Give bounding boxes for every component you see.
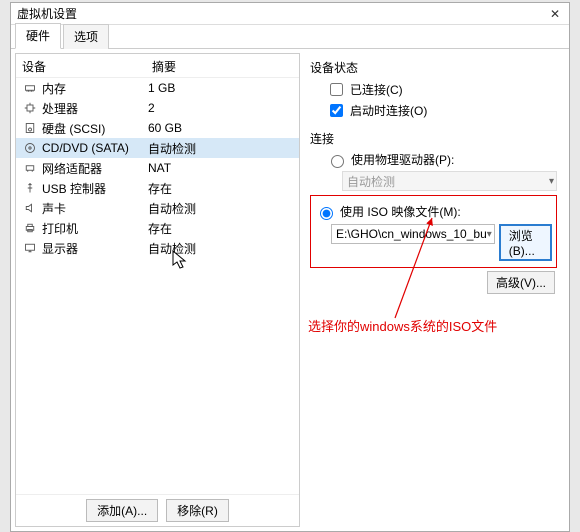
connection-group: 连接 — [310, 130, 557, 147]
device-label: 网络适配器 — [42, 160, 102, 177]
device-row[interactable]: 网络适配器 NAT — [16, 158, 299, 178]
printer-icon — [22, 222, 38, 234]
device-row[interactable]: 显示器 自动检测 — [16, 238, 299, 258]
sound-icon — [22, 202, 38, 214]
device-summary: 60 GB — [148, 121, 293, 135]
use-physical-radio[interactable]: 使用物理驱动器(P): — [326, 151, 557, 168]
device-summary: 存在 — [148, 220, 293, 237]
device-row[interactable]: 打印机 存在 — [16, 218, 299, 238]
device-row[interactable]: 硬盘 (SCSI) 60 GB — [16, 118, 299, 138]
device-row[interactable]: USB 控制器 存在 — [16, 178, 299, 198]
display-icon — [22, 242, 38, 254]
disk-icon — [22, 122, 38, 134]
device-status-group: 设备状态 — [310, 59, 557, 76]
annotation-highlight-box: 使用 ISO 映像文件(M): E:\GHO\cn_windows_10_bu … — [310, 195, 557, 268]
titlebar: 虚拟机设置 ✕ — [11, 3, 569, 25]
device-summary: 1 GB — [148, 81, 293, 95]
tab-options[interactable]: 选项 — [63, 24, 109, 49]
memory-icon — [22, 82, 38, 94]
device-label: 硬盘 (SCSI) — [42, 120, 105, 137]
device-list-header: 设备 摘要 — [16, 54, 299, 78]
device-panel: 设备 摘要 内存 1 GB 处理器 2 硬盘 (SCSI) 60 GB CD/DVD (SA… — [15, 53, 300, 527]
device-label: CD/DVD (SATA) — [42, 141, 129, 155]
cd-icon — [22, 142, 38, 154]
device-label: 显示器 — [42, 240, 78, 257]
device-row[interactable]: 处理器 2 — [16, 98, 299, 118]
device-row[interactable]: CD/DVD (SATA) 自动检测 — [16, 138, 299, 158]
vm-settings-window: 虚拟机设置 ✕ 硬件 选项 设备 摘要 内存 1 GB 处理器 2 硬盘 (SCSI) 6… — [10, 2, 570, 532]
tab-hardware[interactable]: 硬件 — [15, 23, 61, 49]
physical-drive-combo: 自动检测 ▾ — [342, 171, 557, 191]
device-label: USB 控制器 — [42, 180, 106, 197]
iso-path-combo[interactable]: E:\GHO\cn_windows_10_bu ▾ — [331, 224, 495, 244]
device-summary: 2 — [148, 101, 293, 115]
chevron-down-icon: ▾ — [487, 229, 492, 240]
tabstrip: 硬件 选项 — [11, 25, 569, 49]
connected-input[interactable] — [330, 83, 343, 96]
chevron-down-icon: ▾ — [549, 176, 554, 187]
col-device: 设备 — [22, 58, 152, 75]
cpu-icon — [22, 102, 38, 114]
window-title: 虚拟机设置 — [17, 5, 77, 22]
device-label: 打印机 — [42, 220, 78, 237]
connect-at-power-checkbox[interactable]: 启动时连接(O) — [326, 101, 557, 120]
device-row[interactable]: 声卡 自动检测 — [16, 198, 299, 218]
device-label: 声卡 — [42, 200, 66, 217]
add-button[interactable]: 添加(A)... — [86, 499, 158, 522]
detail-panel: 设备状态 已连接(C) 启动时连接(O) 连接 使用物理驱动器(P): — [300, 53, 565, 527]
close-button[interactable]: ✕ — [541, 3, 569, 25]
close-icon: ✕ — [550, 7, 560, 21]
connected-checkbox[interactable]: 已连接(C) — [326, 80, 557, 99]
net-icon — [22, 162, 38, 174]
device-list[interactable]: 内存 1 GB 处理器 2 硬盘 (SCSI) 60 GB CD/DVD (SATA) 自动检… — [16, 78, 299, 494]
device-label: 内存 — [42, 80, 66, 97]
use-physical-input[interactable] — [331, 155, 344, 168]
device-buttons: 添加(A)... 移除(R) — [16, 494, 299, 526]
device-summary: 自动检测 — [148, 140, 293, 157]
use-iso-input[interactable] — [320, 207, 333, 220]
annotation-text: 选择你的windows系统的ISO文件 — [308, 316, 497, 335]
remove-button[interactable]: 移除(R) — [166, 499, 229, 522]
advanced-button[interactable]: 高级(V)... — [487, 271, 555, 294]
device-summary: 存在 — [148, 180, 293, 197]
device-summary: 自动检测 — [148, 200, 293, 217]
col-summary: 摘要 — [152, 58, 176, 75]
device-summary: NAT — [148, 161, 293, 175]
device-label: 处理器 — [42, 100, 78, 117]
device-summary: 自动检测 — [148, 240, 293, 257]
dialog-body: 设备 摘要 内存 1 GB 处理器 2 硬盘 (SCSI) 60 GB CD/DVD (SA… — [11, 49, 569, 531]
device-row[interactable]: 内存 1 GB — [16, 78, 299, 98]
browse-button[interactable]: 浏览(B)... — [499, 224, 552, 261]
usb-icon — [22, 182, 38, 194]
connect-at-power-input[interactable] — [330, 104, 343, 117]
use-iso-radio[interactable]: 使用 ISO 映像文件(M): — [315, 203, 552, 220]
